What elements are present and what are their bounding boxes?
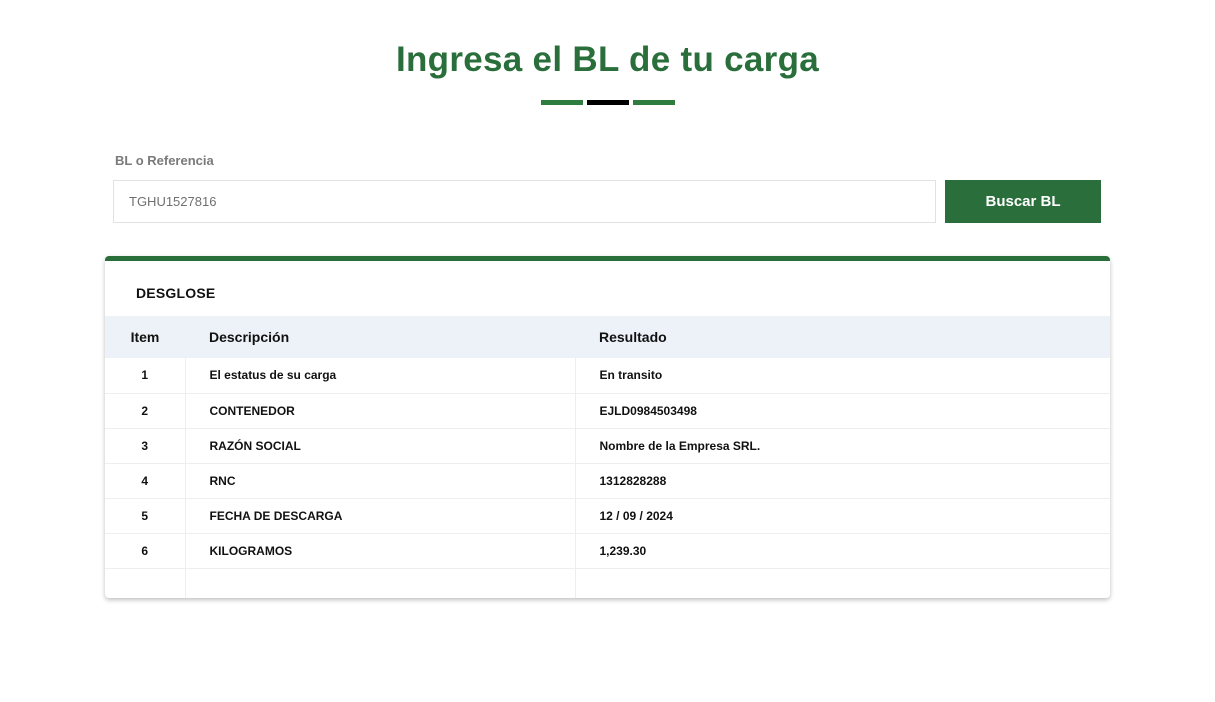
title-underline-decoration xyxy=(541,100,675,105)
bl-reference-input[interactable] xyxy=(113,180,936,223)
row-result: 1,239.30 xyxy=(574,533,1110,569)
row-description: FECHA DE DESCARGA xyxy=(184,498,575,534)
table-row: 4 RNC 1312828288 xyxy=(105,463,1110,499)
decoration-bar-left xyxy=(541,100,583,105)
decoration-bar-center xyxy=(587,100,629,105)
table-header-row: Item Descripción Resultado xyxy=(105,316,1110,358)
row-result: 1312828288 xyxy=(574,463,1110,499)
table-row: 1 El estatus de su carga En transito xyxy=(105,358,1110,394)
row-item-number: 6 xyxy=(105,533,185,569)
row-item-number: 5 xyxy=(105,498,185,534)
table-row: 6 KILOGRAMOS 1,239.30 xyxy=(105,533,1110,569)
page: Ingresa el BL de tu carga BL o Referenci… xyxy=(0,0,1215,702)
row-description: RAZÓN SOCIAL xyxy=(184,428,575,464)
row-description: CONTENEDOR xyxy=(184,393,575,429)
row-result: EJLD0984503498 xyxy=(574,393,1110,429)
row-item-number: 2 xyxy=(105,393,185,429)
row-result: 12 / 09 / 2024 xyxy=(574,498,1110,534)
row-result: Nombre de la Empresa SRL. xyxy=(574,428,1110,464)
row-result: En transito xyxy=(574,358,1110,394)
page-title: Ingresa el BL de tu carga xyxy=(395,40,820,79)
row-description: El estatus de su carga xyxy=(184,358,575,394)
row-description: KILOGRAMOS xyxy=(184,533,575,569)
row-item-number: 1 xyxy=(105,358,185,394)
decoration-bar-right xyxy=(633,100,675,105)
table-filler-row xyxy=(105,568,1110,598)
breakdown-table: Item Descripción Resultado 1 El estatus … xyxy=(105,316,1110,598)
column-header-description: Descripción xyxy=(209,329,290,345)
table-row: 2 CONTENEDOR EJLD0984503498 xyxy=(105,393,1110,429)
column-header-item: Item xyxy=(130,329,160,345)
row-description: RNC xyxy=(184,463,575,499)
row-item-number: 3 xyxy=(105,428,185,464)
column-header-result: Resultado xyxy=(599,329,667,345)
breakdown-title: DESGLOSE xyxy=(136,285,216,301)
bl-reference-label: BL o Referencia xyxy=(115,153,214,168)
search-bl-button[interactable]: Buscar BL xyxy=(945,180,1101,223)
table-row: 5 FECHA DE DESCARGA 12 / 09 / 2024 xyxy=(105,498,1110,534)
table-row: 3 RAZÓN SOCIAL Nombre de la Empresa SRL. xyxy=(105,428,1110,464)
breakdown-card: DESGLOSE Item Descripción Resultado 1 El… xyxy=(105,256,1110,598)
row-item-number: 4 xyxy=(105,463,185,499)
